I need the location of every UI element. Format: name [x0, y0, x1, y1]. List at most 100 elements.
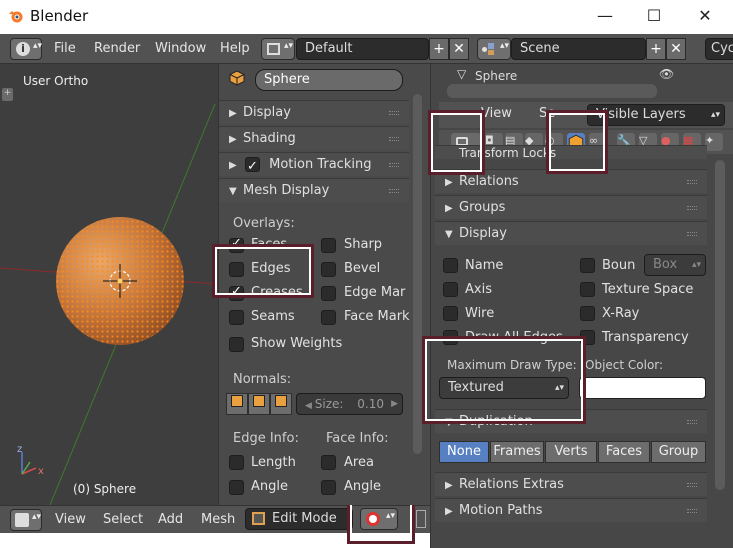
chevron-updown-icon: ▴▾ [32, 512, 42, 522]
callout-edges-checkbox [212, 244, 314, 298]
screen-layout-button[interactable]: ▴▾ [261, 38, 295, 60]
window-title: Blender [30, 7, 89, 25]
menu-window[interactable]: Window [155, 41, 206, 56]
menu-help[interactable]: Help [220, 41, 250, 56]
edge-angle-label: Angle [251, 479, 288, 494]
split-normals-button[interactable] [248, 393, 270, 415]
menu-file[interactable]: File [54, 41, 76, 56]
section-shading[interactable]: ▶ Shading [219, 126, 409, 150]
scene-selector-button[interactable]: ▴▾ [477, 38, 511, 60]
dupli-frames-button[interactable]: Frames [490, 441, 544, 463]
show-name-checkbox[interactable] [443, 258, 458, 273]
minimize-button[interactable]: — [590, 4, 620, 28]
section-label: Groups [459, 200, 506, 215]
transparency-label: Transparency [602, 330, 689, 345]
face-marks-checkbox[interactable] [321, 310, 336, 325]
editor-type-3dview-button[interactable]: ▴▾ [10, 509, 42, 531]
face-angle-checkbox[interactable] [321, 480, 336, 495]
section-label: Motion Paths [459, 503, 543, 518]
object-info-label: (0) Sphere [73, 482, 137, 496]
editor-type-info-button[interactable]: i ▴▾ [10, 38, 42, 60]
section-display-object[interactable]: ▼ Display [435, 221, 707, 245]
screen-layout-field[interactable]: Default [296, 38, 429, 60]
eye-icon[interactable]: 👁 [659, 67, 674, 81]
show-bounds-checkbox[interactable] [580, 258, 595, 273]
object-color-label: Object Color: [585, 358, 664, 372]
section-motion-paths[interactable]: ▶ Motion Paths [435, 498, 707, 522]
decrement-icon[interactable]: ◀ [305, 401, 315, 411]
motion-tracking-checkbox[interactable] [245, 155, 260, 179]
mode-select[interactable]: Edit Mode [245, 508, 353, 530]
menu-mesh[interactable]: Mesh [201, 512, 235, 527]
pivot-icon[interactable] [416, 510, 426, 528]
edge-marks-label: Edge Mar [344, 285, 406, 300]
face-angle-label: Angle [344, 479, 381, 494]
seams-checkbox[interactable] [229, 310, 244, 325]
vertex-normals-button[interactable] [226, 393, 248, 415]
remove-layout-button[interactable]: ✕ [449, 38, 469, 60]
dupli-group-button[interactable]: Group [651, 441, 706, 463]
properties-scrollbar-v[interactable] [715, 160, 725, 490]
x-ray-checkbox[interactable] [580, 306, 595, 321]
seams-label: Seams [251, 309, 295, 324]
menu-add[interactable]: Add [158, 512, 183, 527]
info-icon: i [16, 42, 30, 56]
axis-z-label: z [17, 444, 23, 455]
render-engine-select[interactable]: Cyc [705, 38, 733, 60]
3d-viewport[interactable]: User Ortho + z x (0) Sphere [0, 64, 218, 505]
normals-size-field[interactable]: ◀ Size: 0.10 ▶ [296, 393, 403, 415]
texture-space-checkbox[interactable] [580, 282, 595, 297]
chevron-updown-icon: ▴▾ [500, 41, 510, 51]
scene-name-field[interactable]: Scene [511, 38, 646, 60]
increment-icon[interactable]: ▶ [391, 394, 398, 414]
section-groups[interactable]: ▶ Groups [435, 195, 707, 219]
section-display[interactable]: ▶ Display [219, 100, 409, 124]
edge-angle-checkbox[interactable] [229, 480, 244, 495]
maximize-button[interactable]: ☐ [639, 4, 669, 28]
object-color-swatch[interactable] [579, 377, 706, 399]
face-area-label: Area [344, 455, 374, 470]
menu-view[interactable]: View [55, 512, 86, 527]
face-area-checkbox[interactable] [321, 455, 336, 470]
add-layout-button[interactable]: + [429, 38, 449, 60]
show-axis-checkbox[interactable] [443, 282, 458, 297]
edge-marks-checkbox[interactable] [321, 286, 336, 301]
remove-scene-button[interactable]: ✕ [666, 38, 686, 60]
panel-scrollbar[interactable] [413, 94, 422, 454]
dupli-verts-button[interactable]: Verts [545, 441, 597, 463]
section-label: Display [243, 105, 291, 120]
dupli-none-button[interactable]: None [439, 441, 489, 463]
bevel-label: Bevel [344, 261, 381, 276]
title-bar: Blender — ☐ ✕ [0, 0, 733, 33]
section-label: Display [459, 226, 507, 241]
viewport-scene [0, 103, 218, 505]
edge-length-checkbox[interactable] [229, 455, 244, 470]
section-mesh-display[interactable]: ▼ Mesh Display [219, 178, 409, 202]
chevron-updown-icon: ▴▾ [33, 41, 43, 51]
show-bounds-label: Boun [602, 258, 636, 273]
menu-select[interactable]: Select [103, 512, 143, 527]
show-weights-label: Show Weights [251, 336, 343, 351]
show-wire-checkbox[interactable] [443, 306, 458, 321]
section-relations-extras[interactable]: ▶ Relations Extras [435, 472, 707, 496]
bevel-checkbox[interactable] [321, 262, 336, 277]
face-normals-button[interactable] [270, 393, 292, 415]
bounds-type-select[interactable]: Box ▴▾ [644, 254, 706, 276]
face-marks-label: Face Mark [344, 309, 410, 324]
menu-view-props[interactable]: View [481, 106, 512, 121]
blender-logo-icon [9, 11, 23, 23]
close-button[interactable]: ✕ [690, 4, 720, 28]
dupli-faces-button[interactable]: Faces [598, 441, 650, 463]
section-motion-tracking[interactable]: ▶ Motion Tracking [219, 152, 409, 179]
show-weights-checkbox[interactable] [229, 337, 244, 352]
properties-scrollbar-h[interactable] [447, 84, 657, 98]
x-ray-label: X-Ray [602, 306, 640, 321]
tab-particles[interactable]: ✦ [705, 133, 723, 151]
sharp-checkbox[interactable] [321, 238, 336, 253]
bounds-type-label: Box [653, 257, 678, 272]
cube-view-icon [15, 513, 29, 527]
menu-render[interactable]: Render [94, 41, 140, 56]
add-scene-button[interactable]: + [646, 38, 666, 60]
object-name-field[interactable]: Sphere [255, 69, 403, 91]
visible-layers-label: Visible Layers [596, 107, 686, 122]
